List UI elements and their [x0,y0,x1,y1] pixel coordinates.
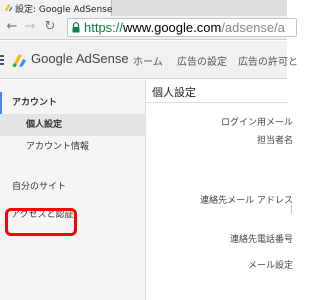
address-bar[interactable]: https://www.google.com/adsense/a [67,18,297,37]
adsense-logo-icon [12,54,26,67]
browser-tabstrip: 設定: Google AdSense [0,0,287,16]
tab-title: 設定: Google AdSense [15,5,113,15]
nav-ad-settings[interactable]: 広告の設定 [177,53,227,68]
page-title: 個人設定 [152,86,196,99]
menu-icon[interactable] [0,55,4,65]
url-path: /adsense/a [221,20,285,35]
nav-home[interactable]: ホーム [133,53,163,68]
url-scheme: https:// [84,20,124,35]
adsense-favicon-icon [4,3,13,12]
sidebar-item-label: アカウント [12,98,58,108]
field-login-email: ログイン用メール [220,118,293,128]
main-content: 個人設定 ログイン用メール 担当者名 連絡先メール アドレス | 連絡先電話番号… [145,80,293,300]
sidebar-item-my-sites[interactable]: 自分のサイト [0,176,145,198]
sidebar-item-label: 個人設定 [26,120,63,130]
sidebar-item-label: アカウント情報 [26,142,90,152]
url-host: www.google.com [123,20,222,35]
reload-icon[interactable]: ↻ [42,19,58,35]
sidebar-item-label: 自分のサイト [12,182,67,192]
forward-arrow-icon[interactable]: → [22,19,38,35]
sidebar-item-personal-settings[interactable]: 個人設定 [0,114,145,136]
nav-ad-approval[interactable]: 広告の許可と [238,53,298,68]
lock-icon [72,22,80,33]
back-arrow-icon[interactable]: ← [4,19,20,35]
brand-name: Google AdSense [31,51,129,66]
sidebar-item-account[interactable]: アカウント [0,92,145,114]
browser-toolbar: ← → ↻ https://www.google.com/adsense/a [0,16,297,40]
field-contact-email: 連絡先メール アドレス [200,196,293,206]
divider [146,102,288,103]
field-contact-email-value: | [289,205,293,215]
adsense-header: Google AdSense ホーム 広告の設定 広告の許可と [0,41,298,79]
red-highlight-annotation [5,208,77,236]
field-email-settings: メール設定 [247,261,293,271]
sidebar: アカウント 個人設定 アカウント情報 自分のサイト アクセスと認証 [0,80,145,300]
field-contact-phone: 連絡先電話番号 [229,235,293,245]
browser-tab[interactable]: 設定: Google AdSense [0,0,112,16]
field-contact-name: 担当者名 [256,136,293,146]
url-text: https://www.google.com/adsense/a [84,20,285,35]
sidebar-item-account-info[interactable]: アカウント情報 [0,136,145,158]
